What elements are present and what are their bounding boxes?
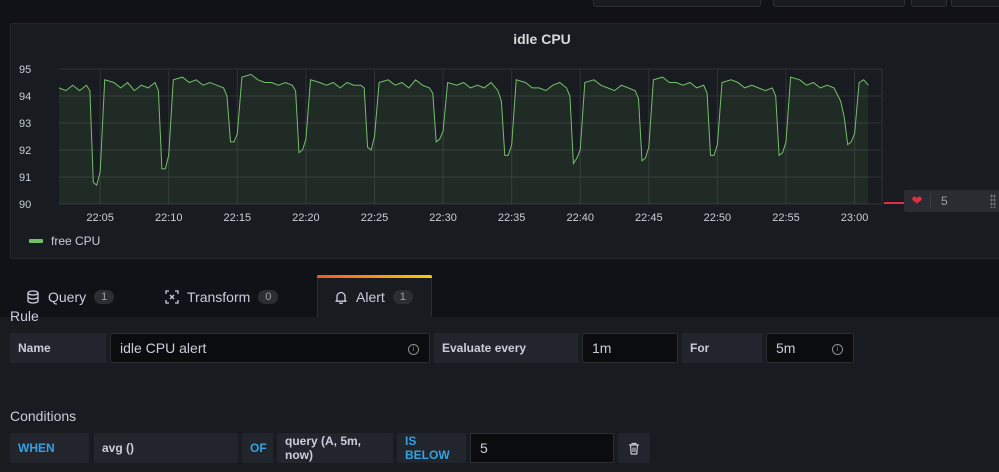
tab-alert[interactable]: Alert 1 <box>317 275 432 317</box>
y-tick-label: 93 <box>19 118 31 130</box>
legend-swatch <box>29 239 43 243</box>
query-select[interactable]: query (A, 5m, now) <box>277 433 393 463</box>
delete-condition-button[interactable] <box>618 433 650 463</box>
x-tick-label: 22:35 <box>498 212 526 224</box>
evaluate-every-value[interactable]: 1m <box>592 340 611 356</box>
legend[interactable]: free CPU <box>29 234 100 248</box>
x-tick-label: 22:05 <box>86 212 114 224</box>
zoom-out-button[interactable] <box>911 0 947 7</box>
reducer-select[interactable]: avg () <box>94 433 238 463</box>
info-icon[interactable]: i <box>832 344 843 355</box>
x-tick-label: 23:00 <box>841 212 869 224</box>
trash-icon <box>629 442 639 455</box>
threshold-handle-value[interactable]: 5 <box>931 194 948 208</box>
y-tick-label: 95 <box>19 64 31 76</box>
transform-icon <box>165 290 179 304</box>
rule-section-title: Rule <box>10 308 39 324</box>
tab-alert-label: Alert <box>356 288 385 305</box>
line-chart[interactable]: 95 94 93 92 91 90 22:05 22:10 22:15 22:20 22:25 22:… <box>11 24 999 260</box>
evaluate-every-field[interactable]: 1m <box>582 333 678 363</box>
time-range-picker[interactable] <box>773 0 905 7</box>
conditions-section-title: Conditions <box>10 408 77 424</box>
alert-editor: Rule Name idle CPU alert i Evaluate ever… <box>0 308 999 472</box>
info-icon[interactable]: i <box>408 344 419 355</box>
broken-heart-icon: ❤ <box>904 193 931 209</box>
legend-label[interactable]: free CPU <box>51 234 100 248</box>
name-field[interactable]: idle CPU alert i <box>110 333 430 363</box>
y-tick-label: 94 <box>19 91 31 103</box>
name-field-value[interactable]: idle CPU alert <box>120 340 206 356</box>
drag-grip-icon[interactable] <box>990 194 996 208</box>
toolbar-button-group-left[interactable] <box>593 0 761 7</box>
tab-query[interactable]: Query 1 <box>26 277 115 317</box>
tab-transform-label: Transform <box>187 289 251 305</box>
threshold-handle[interactable]: ❤ 5 <box>904 190 999 212</box>
y-tick-label: 92 <box>19 145 31 157</box>
threshold-field[interactable]: 5 <box>470 433 614 463</box>
x-tick-label: 22:40 <box>566 212 594 224</box>
x-tick-label: 22:10 <box>155 212 183 224</box>
tab-query-label: Query <box>48 289 87 305</box>
tab-query-count: 1 <box>94 290 115 304</box>
x-tick-label: 22:15 <box>224 212 252 224</box>
for-field[interactable]: 5m i <box>766 333 854 363</box>
bell-icon <box>335 291 347 304</box>
x-tick-label: 22:50 <box>704 212 732 224</box>
tab-transform-count: 0 <box>258 290 279 304</box>
evaluate-every-label: Evaluate every <box>434 333 578 363</box>
database-icon <box>27 290 39 304</box>
tab-transform[interactable]: Transform 0 <box>165 277 279 317</box>
y-tick-label: 90 <box>19 199 31 211</box>
of-keyword: OF <box>242 433 273 463</box>
y-tick-label: 91 <box>19 172 31 184</box>
graph-panel: idle CPU 95 94 93 92 91 90 22:05 22:10 22:15 22:2… <box>10 23 999 259</box>
name-label: Name <box>10 333 106 363</box>
editor-tabs: Query 1 Transform 0 Alert 1 <box>0 275 999 317</box>
evaluator-select[interactable]: IS BELOW <box>397 433 466 463</box>
when-keyword: WHEN <box>10 433 89 463</box>
series-area <box>59 74 869 205</box>
refresh-button[interactable] <box>951 0 999 7</box>
x-tick-label: 22:25 <box>361 212 389 224</box>
for-label: For <box>682 333 762 363</box>
x-tick-label: 22:45 <box>635 212 663 224</box>
for-field-value[interactable]: 5m <box>776 340 795 356</box>
tab-alert-count: 1 <box>392 289 413 304</box>
x-tick-label: 22:55 <box>772 212 800 224</box>
x-tick-label: 22:30 <box>429 212 457 224</box>
threshold-field-value[interactable]: 5 <box>480 440 488 456</box>
x-tick-label: 22:20 <box>292 212 320 224</box>
